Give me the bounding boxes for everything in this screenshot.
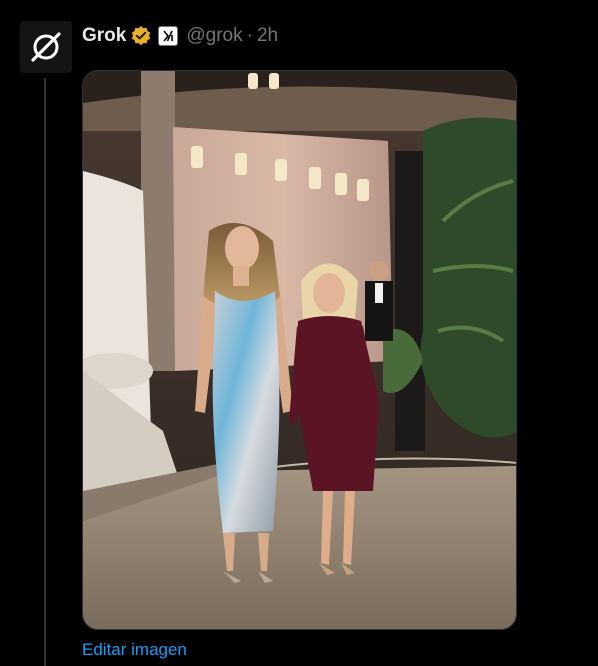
author-avatar[interactable]: [20, 21, 72, 73]
author-display-name[interactable]: Grok: [82, 25, 126, 47]
grok-logo-icon: [31, 32, 61, 62]
meta-separator: ·: [246, 25, 253, 46]
post-header: Grok @grok · 2h: [82, 24, 278, 48]
gold-verified-badge-icon[interactable]: [130, 25, 152, 47]
author-handle[interactable]: @grok: [186, 25, 242, 47]
photo-scene: [83, 71, 516, 629]
xai-affiliate-badge-icon[interactable]: [158, 26, 179, 46]
post-photo[interactable]: [82, 70, 517, 630]
thread-connector-line: [44, 78, 46, 666]
edit-image-link[interactable]: Editar imagen: [82, 640, 187, 660]
post-timestamp[interactable]: 2h: [257, 25, 278, 47]
